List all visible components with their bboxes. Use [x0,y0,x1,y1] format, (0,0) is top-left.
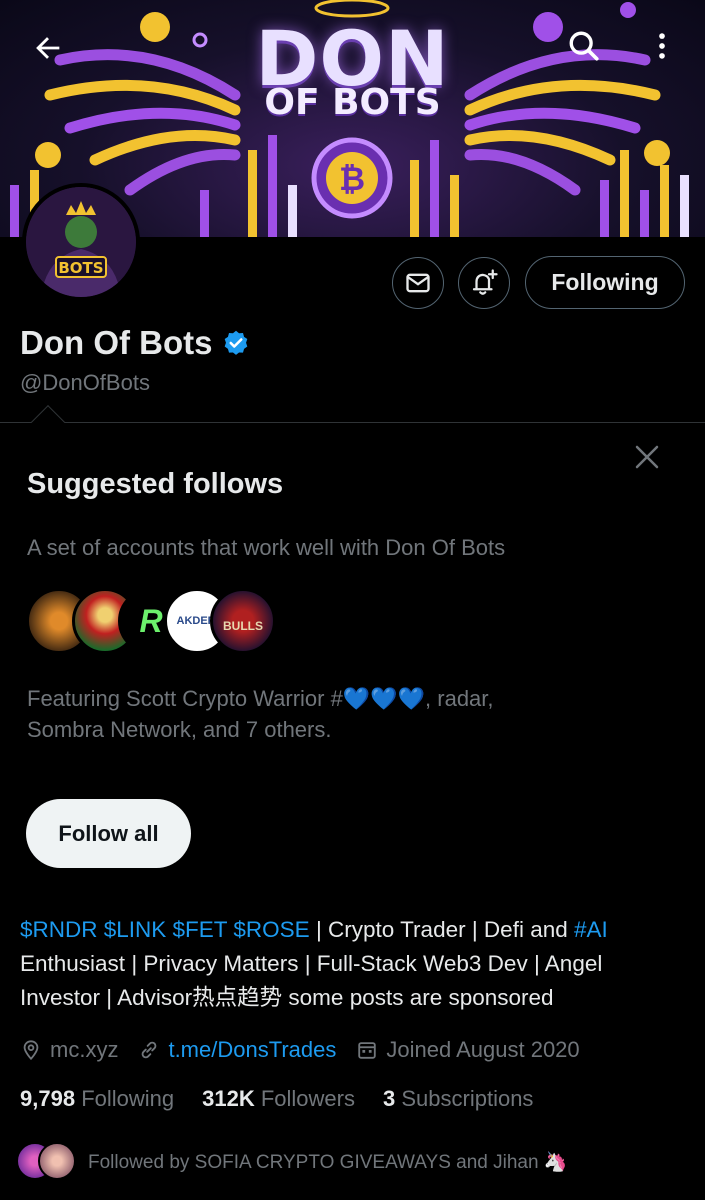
svg-text:₿: ₿ [339,160,365,198]
search-icon [569,31,599,61]
arrow-left-icon [36,37,60,59]
profile-name-row: Don Of Bots [20,324,250,362]
close-suggested-button[interactable] [628,438,666,476]
website-item[interactable]: t.me/DonsTrades [138,1037,336,1063]
notifications-button[interactable] [458,257,510,309]
profile-bio: $RNDR $LINK $FET $ROSE | Crypto Trader |… [20,917,608,1010]
location-pin-icon [23,1040,39,1061]
followed-by-avatars [16,1142,78,1182]
bio-cashtags[interactable]: $RNDR $LINK $FET $ROSE [20,917,310,942]
suggested-featuring-text: Featuring Scott Crypto Warrior #💙💙💙, rad… [27,686,494,742]
following-button[interactable]: Following [525,256,685,309]
suggested-title: Suggested follows [27,468,284,500]
banner-subtitle: OF BOTS [264,82,441,123]
joined-text: Joined August 2020 [386,1037,580,1062]
blue-hearts-emoji: 💙💙💙 [342,686,426,711]
bell-plus-icon [472,269,498,295]
suggested-facepile[interactable]: R AKDEFI BULLS [26,588,286,654]
search-button[interactable] [562,24,606,68]
location-item: mc.xyz [20,1037,118,1063]
website-link[interactable]: t.me/DonsTrades [168,1037,336,1063]
location-text: mc.xyz [50,1037,119,1062]
suggested-subtitle: A set of accounts that work well with Do… [27,535,506,560]
suggested-avatar-bulls: BULLS [210,588,276,654]
mail-icon [406,273,430,293]
profile-meta: mc.xyz t.me/DonsTrades Joined August 202… [20,1034,600,1066]
bio-ai-hashtag[interactable]: #AI [574,917,608,942]
avatar-image: BOTS [26,187,136,297]
follower-avatar-jihan [38,1142,76,1180]
followers-count-link[interactable]: 312K Followers [202,1086,355,1112]
suggested-caret [31,405,65,439]
verified-badge-icon[interactable] [222,329,250,357]
profile-avatar[interactable]: BOTS [22,183,140,301]
more-options-button[interactable] [640,24,684,68]
followed-by-row[interactable]: Followed by SOFIA CRYPTO GIVEAWAYS and J… [16,1142,568,1182]
profile-name: Don Of Bots [20,324,213,361]
profile-stats: 9,798 Following 312K Followers 3 Subscri… [20,1086,561,1112]
profile-handle: @DonOfBots [20,370,150,395]
subscriptions-count-link[interactable]: 3 Subscriptions [383,1086,533,1112]
back-button[interactable] [26,26,70,70]
followed-by-text: Followed by SOFIA CRYPTO GIVEAWAYS and J… [88,1152,568,1173]
message-button[interactable] [392,257,444,309]
joined-item: Joined August 2020 [356,1037,580,1063]
close-icon [635,445,659,469]
link-icon [142,1041,157,1059]
avatar-logo-text: BOTS [58,259,103,277]
calendar-icon [358,1042,377,1059]
more-vertical-icon [659,33,665,59]
suggested-divider [0,422,705,423]
follow-all-button[interactable]: Follow all [26,799,191,868]
following-count-link[interactable]: 9,798 Following [20,1086,174,1112]
